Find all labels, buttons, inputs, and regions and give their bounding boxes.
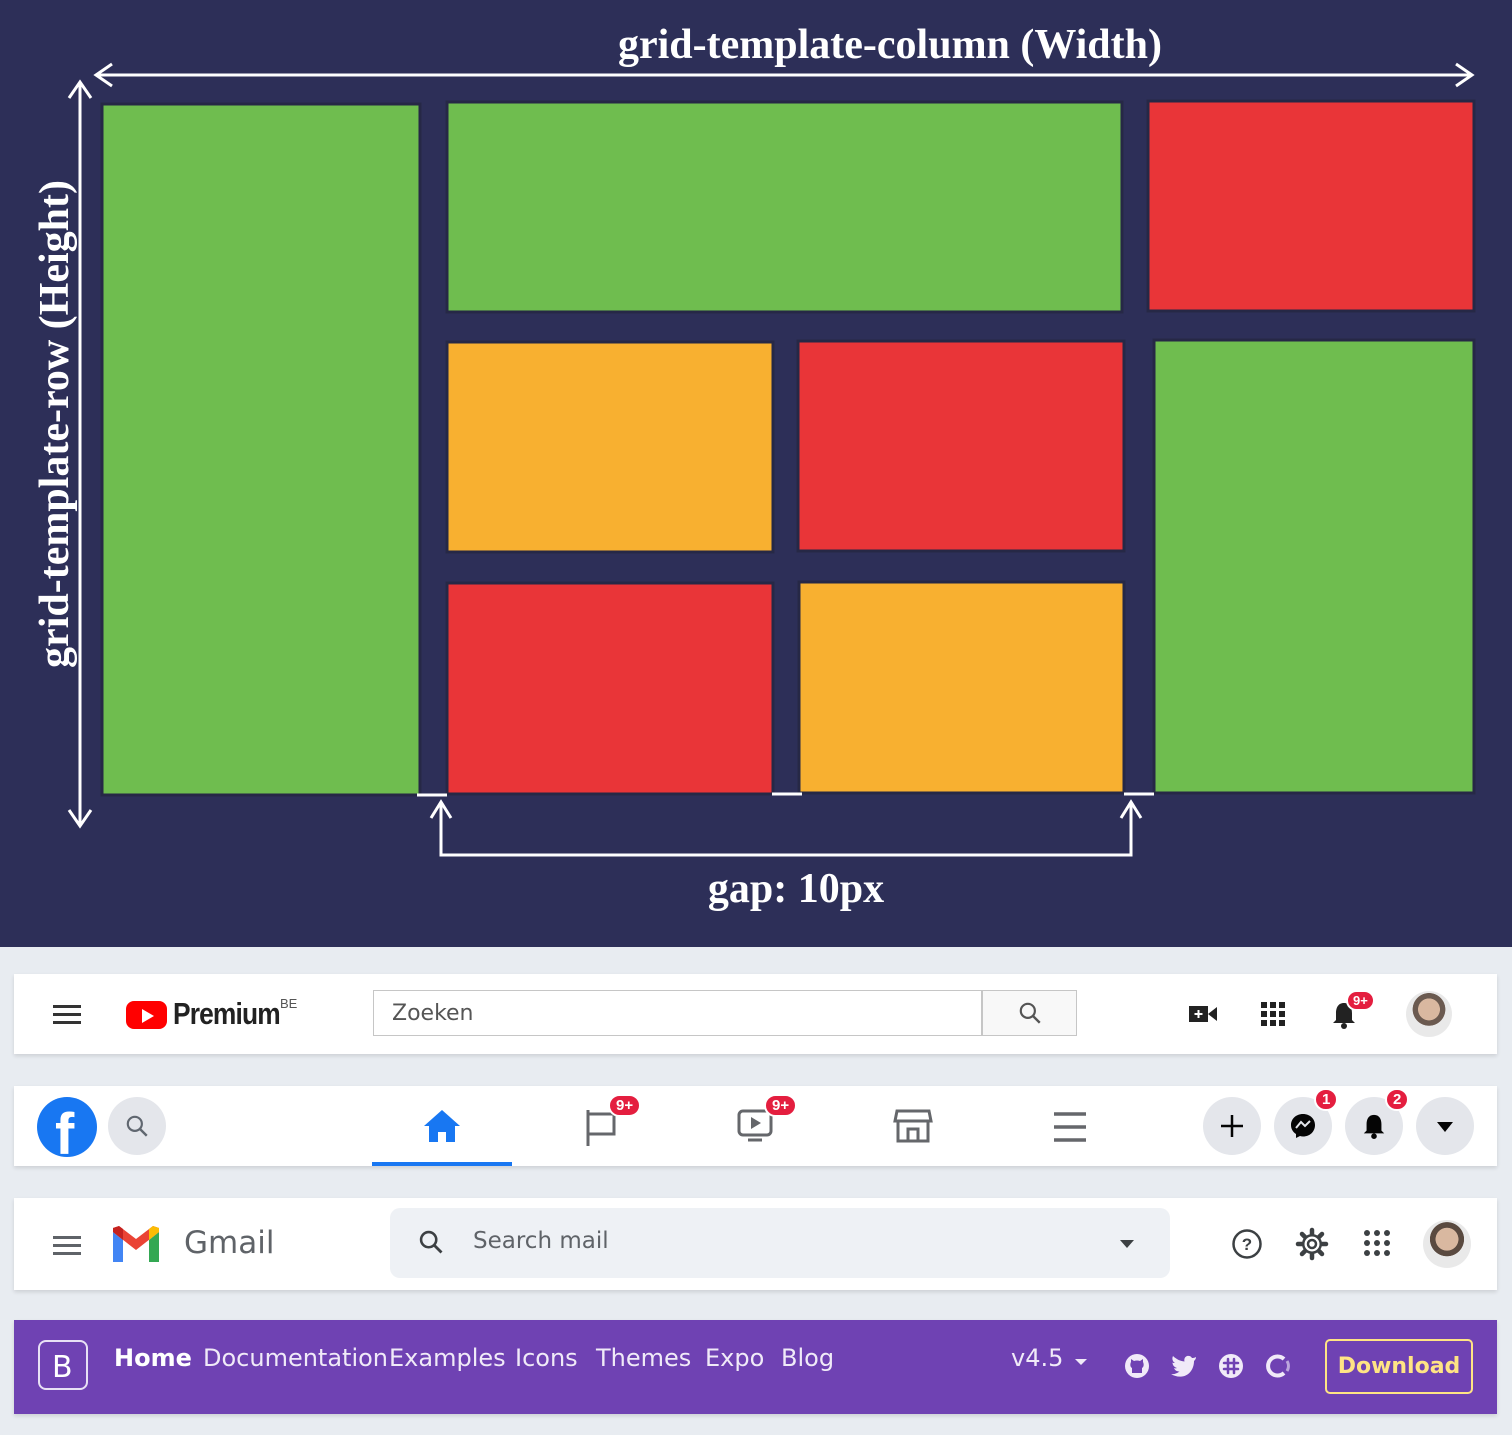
apps-grid-icon[interactable] (1261, 1002, 1285, 1026)
gmail-header: Gmail Search mail ? (14, 1198, 1497, 1290)
facebook-logo-icon[interactable]: f (37, 1097, 97, 1157)
nav-expo[interactable]: Expo (705, 1344, 764, 1372)
grid-diagram: grid-template-column (Width) grid-templa… (0, 0, 1512, 947)
search-placeholder: Search mail (473, 1228, 609, 1254)
tab-menu[interactable] (1044, 1086, 1124, 1166)
search-icon (1019, 1002, 1041, 1024)
version-dropdown[interactable]: v4.5 (1011, 1344, 1088, 1372)
search-placeholder: Zoeken (392, 1001, 474, 1026)
messenger-badge: 1 (1314, 1088, 1339, 1111)
grid-cell-bottom-center (797, 580, 1126, 795)
avatar[interactable] (1423, 1220, 1471, 1268)
nav-icons[interactable]: Icons (515, 1344, 578, 1372)
grid-cell-middle-center (796, 339, 1126, 553)
logo-letter: B (52, 1350, 73, 1385)
twitter-icon[interactable] (1170, 1354, 1198, 1378)
grid-cell-tall-right (1152, 338, 1476, 795)
slack-icon[interactable] (1218, 1353, 1244, 1379)
youtube-header: Premium BE Zoeken 9+ (14, 974, 1497, 1054)
version-label: v4.5 (1011, 1344, 1064, 1372)
tab-pages[interactable]: 9+ (574, 1086, 654, 1166)
gear-icon[interactable] (1295, 1227, 1329, 1261)
search-icon (419, 1230, 443, 1254)
account-button[interactable] (1416, 1097, 1474, 1155)
github-icon[interactable] (1124, 1353, 1150, 1379)
video-camera-icon[interactable] (1188, 1003, 1218, 1025)
region-label: BE (280, 996, 298, 1011)
gmail-logo-icon[interactable] (109, 1224, 163, 1264)
grid-cell-top-right (1146, 99, 1476, 313)
bootstrap-logo[interactable]: B (38, 1340, 88, 1390)
gap-label: gap: 10px (708, 866, 884, 912)
opencollective-icon[interactable] (1265, 1353, 1291, 1379)
bootstrap-navbar: B Home Documentation Examples Icons Them… (14, 1320, 1497, 1414)
menu-icon[interactable] (53, 1005, 81, 1029)
grid-cell-middle-left (445, 340, 775, 554)
search-button[interactable] (108, 1097, 166, 1155)
youtube-logo-icon[interactable] (126, 1001, 167, 1029)
download-label: Download (1337, 1354, 1461, 1379)
width-label: grid-template-column (Width) (618, 22, 1162, 68)
search-input[interactable]: Zoeken (373, 990, 982, 1036)
grid-diagram-svg: grid-template-column (Width) grid-templa… (32, 22, 1476, 912)
pages-badge: 9+ (608, 1094, 642, 1117)
search-icon (126, 1115, 148, 1137)
menu-icon (1054, 1112, 1086, 1142)
search-button[interactable] (982, 990, 1077, 1036)
nav-home[interactable]: Home (114, 1344, 192, 1372)
grid-cell-wide-top (445, 100, 1124, 314)
bell-icon (1363, 1114, 1385, 1139)
nav-blog[interactable]: Blog (781, 1344, 834, 1372)
nav-themes[interactable]: Themes (596, 1344, 691, 1372)
apps-grid-icon[interactable] (1364, 1230, 1390, 1256)
plus-icon (1221, 1115, 1243, 1137)
nav-documentation[interactable]: Documentation (203, 1344, 388, 1372)
avatar[interactable] (1406, 991, 1452, 1037)
help-icon[interactable]: ? (1231, 1228, 1263, 1260)
messenger-icon (1291, 1114, 1315, 1138)
facebook-header: f 9+ 9+ 1 2 (14, 1086, 1497, 1166)
caret-down-icon[interactable] (1119, 1239, 1135, 1249)
tab-watch[interactable]: 9+ (730, 1086, 810, 1166)
grid-cell-bottom-left (445, 581, 775, 796)
caret-down-icon (1074, 1358, 1087, 1365)
menu-icon[interactable] (53, 1236, 81, 1260)
gap-arrow (429, 799, 1143, 857)
caret-down-icon (1437, 1122, 1453, 1132)
tab-marketplace[interactable] (884, 1086, 964, 1166)
grid-cell-tall-left (100, 102, 422, 797)
nav-examples[interactable]: Examples (389, 1344, 506, 1372)
watch-badge: 9+ (764, 1094, 798, 1117)
notification-badge: 9+ (1346, 990, 1375, 1011)
home-icon (424, 1110, 460, 1142)
tab-home[interactable] (372, 1086, 512, 1166)
youtube-premium-label: Premium (173, 996, 281, 1031)
notifications-badge: 2 (1385, 1088, 1410, 1111)
gmail-brand: Gmail (184, 1225, 275, 1261)
download-button[interactable]: Download (1325, 1339, 1473, 1394)
svg-text:?: ? (1242, 1235, 1252, 1254)
search-input[interactable]: Search mail (390, 1208, 1170, 1278)
height-label: grid-template-row (Height) (32, 180, 78, 668)
create-button[interactable] (1203, 1097, 1261, 1155)
store-icon (893, 1109, 933, 1143)
